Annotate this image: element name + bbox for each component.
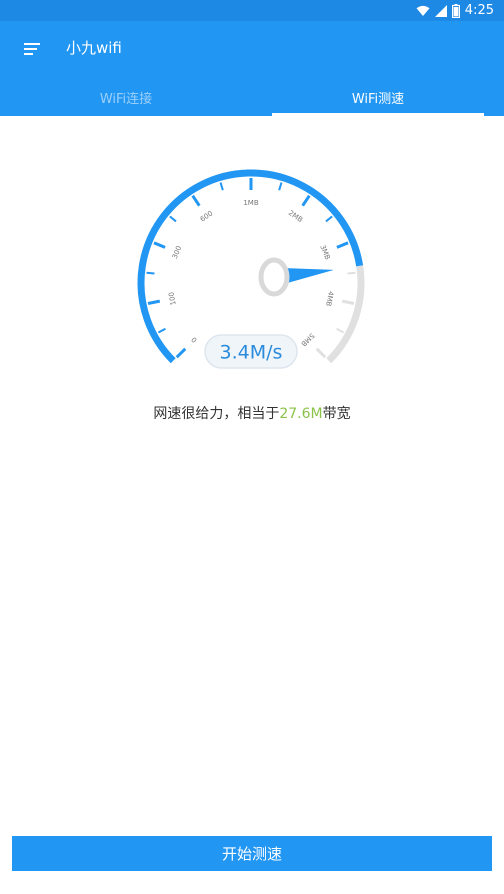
gauge-tick-label: 100 [167,291,177,306]
gauge-major-tick [191,194,201,207]
gauge-tick-label: 4MB [324,290,335,307]
status-icons: 4:25 [416,2,494,19]
status-bar: 4:25 [0,0,504,21]
status-time: 4:25 [464,3,494,18]
gauge-minor-tick [157,327,166,334]
gauge-tick-label: 300 [171,245,184,260]
tab-wifi-connect[interactable]: WiFi连接 [0,78,252,116]
gauge-major-tick [147,299,161,305]
speed-gauge: 0 100 300 600 1MB 2MB 3MB 4MB 5MB 3.4M/s [130,165,374,380]
gauge-minor-tick [347,271,356,275]
wifi-icon [416,5,430,16]
gauge-minor-tick [169,215,177,223]
gauge-minor-tick [278,182,283,191]
gauge-tick-label: 3MB [318,244,331,261]
gauge-minor-tick [325,215,333,223]
gauge-tick-label: 2MB [287,209,304,224]
gauge-major-tick [341,299,355,305]
gauge-major-tick [153,241,166,249]
battery-icon [451,3,460,18]
gauge-tick-label: 1MB [243,199,258,207]
gauge-tick-label: 5MB [299,331,316,348]
gauge-minor-tick [146,271,155,275]
result-bandwidth: 27.6M [279,406,323,422]
app-bar: 小九wifi WiFi连接 WiFi测速 [0,21,504,116]
result-suffix: 带宽 [322,406,351,422]
tab-wifi-connect-label: WiFi连接 [99,91,153,107]
start-speedtest-button[interactable]: 开始测速 [12,836,492,871]
result-prefix: 网速很给力，相当于 [153,406,280,422]
gauge-major-tick [336,241,349,249]
signal-icon [434,4,447,17]
gauge-tick-label: 600 [199,209,215,223]
menu-icon[interactable] [19,37,45,61]
gauge-major-tick [301,194,311,207]
speed-result-text: 网速很给力，相当于27.6M带宽 [0,403,504,425]
tab-indicator [272,113,484,116]
gauge-minor-tick [336,327,345,334]
gauge-major-tick [315,347,327,359]
gauge-minor-tick [219,182,224,191]
gauge-needle-hub [258,257,290,297]
gauge-tick-label: 0 [190,335,199,344]
tab-wifi-speedtest-label: WiFi测速 [351,91,405,107]
tab-wifi-speedtest[interactable]: WiFi测速 [252,78,504,116]
gauge-major-tick [175,347,187,359]
tab-bar: WiFi连接 WiFi测速 [0,78,504,116]
app-title: 小九wifi [66,39,122,57]
gauge-svg: 0 100 300 600 1MB 2MB 3MB 4MB 5MB 3.4M/s [137,169,365,369]
gauge-track-arc [326,265,365,364]
speed-value: 3.4M/s [220,342,283,364]
